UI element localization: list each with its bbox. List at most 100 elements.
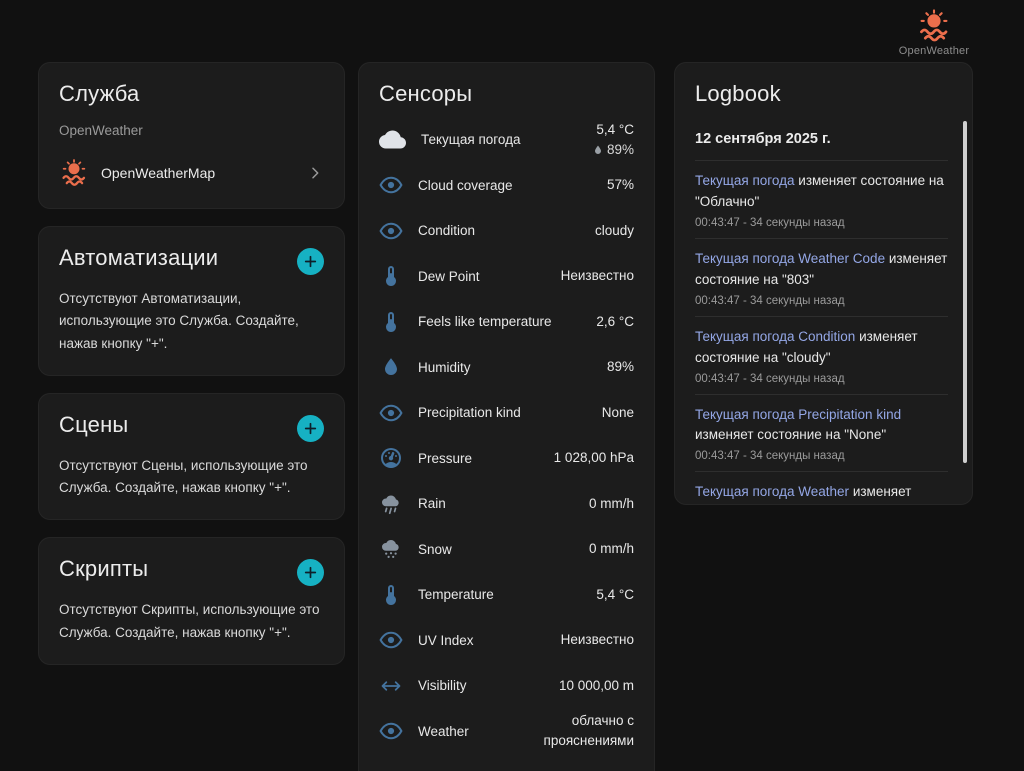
rain-icon: [379, 492, 403, 516]
sensor-label: UV Index: [418, 633, 546, 648]
sensor-value: 0 mm/h: [589, 539, 634, 559]
logbook-entry: Текущая погода Precipitation kind изменя…: [695, 395, 948, 473]
sensor-row[interactable]: UV Index Неизвестно: [379, 618, 634, 664]
logbook-card: Logbook 12 сентября 2025 г. Текущая пого…: [674, 62, 973, 505]
sensor-value: Неизвестно: [561, 266, 634, 286]
sensor-row[interactable]: Temperature5,4 °C: [379, 572, 634, 618]
right-column: Logbook 12 сентября 2025 г. Текущая пого…: [674, 62, 973, 505]
scenes-card-title: Сцены: [59, 412, 128, 438]
sensor-value: 1 028,00 hPa: [554, 448, 634, 468]
humidity-drop-icon: [592, 144, 604, 156]
chevron-right-icon: [306, 164, 324, 182]
sensor-value: Неизвестно: [561, 630, 634, 650]
logbook-card-title: Logbook: [695, 81, 948, 107]
scripts-card: Скрипты Отсутствуют Скрипты, использующи…: [38, 537, 345, 665]
snow-icon: [379, 537, 403, 561]
visibility-icon: [379, 674, 403, 698]
sensor-label: Humidity: [418, 360, 592, 375]
logbook-scrollbar[interactable]: [963, 121, 967, 463]
logbook-entry-text: Текущая погода Condition изменяет состоя…: [695, 327, 948, 369]
logbook-entry: Текущая погода Weather изменяет состояни…: [695, 472, 948, 505]
sensor-row[interactable]: Rain 0 mm/h: [379, 481, 634, 527]
sensor-row[interactable]: Cloud coverage57%: [379, 163, 634, 209]
plus-icon: [302, 564, 319, 581]
logbook-entity-link[interactable]: Текущая погода Precipitation kind: [695, 407, 901, 422]
sensor-value: 0 mm/h: [589, 494, 634, 514]
logbook-entity-link[interactable]: Текущая погода Weather Code: [695, 251, 885, 266]
sensor-label: Dew Point: [418, 269, 546, 284]
logbook-entry-text: Текущая погода Weather Code изменяет сос…: [695, 249, 948, 291]
thermometer-icon: [379, 264, 403, 288]
logbook-timestamp: 00:43:47 - 34 секунды назад: [695, 373, 948, 385]
sensor-label: Precipitation kind: [418, 405, 587, 420]
logbook-timestamp: 00:43:47 - 34 секунды назад: [695, 217, 948, 229]
logbook-date: 12 сентября 2025 г.: [695, 131, 948, 161]
sensor-row[interactable]: Condition cloudy: [379, 208, 634, 254]
sensors-card-title: Сенсоры: [379, 81, 634, 107]
eye-icon: [379, 719, 403, 743]
sensor-value: 89%: [607, 357, 634, 377]
sensor-label: Rain: [418, 496, 574, 511]
automations-empty-text: Отсутствуют Автоматизации, использующие …: [59, 288, 324, 355]
sensor-label: Weather: [418, 724, 479, 739]
add-script-button[interactable]: [297, 559, 324, 586]
sensor-row[interactable]: Weather облачно с прояснениями: [379, 709, 634, 755]
sensor-value: 5,4 °C89%: [592, 120, 634, 161]
sensor-list: Текущая погода 5,4 °C89%Cloud coverage57%…: [379, 117, 634, 754]
logbook-entity-link[interactable]: Текущая погода: [695, 173, 795, 188]
sensor-label: Condition: [418, 223, 580, 238]
sensor-row[interactable]: Humidity 89%: [379, 345, 634, 391]
sensor-label: Feels like temperature: [418, 314, 581, 329]
sensor-value: 10 000,00 m: [559, 676, 634, 696]
sensor-label: Pressure: [418, 451, 539, 466]
sensor-value: cloudy: [595, 221, 634, 241]
service-card: Служба OpenWeather OpenWeatherMap: [38, 62, 345, 209]
sensor-row[interactable]: Precipitation kind None: [379, 390, 634, 436]
sensor-value: 2,6 °C: [596, 312, 634, 332]
logbook-entity-link[interactable]: Текущая погода Condition: [695, 329, 855, 344]
brand-label: OpenWeather: [899, 45, 969, 57]
scenes-card: Сцены Отсутствуют Сцены, использующие эт…: [38, 393, 345, 521]
logbook-message: изменяет состояние на "None": [695, 427, 886, 442]
openweather-logo-icon: [916, 8, 952, 44]
logbook-entry: Текущая погода Condition изменяет состоя…: [695, 317, 948, 395]
scripts-empty-text: Отсутствуют Скрипты, использующие это Сл…: [59, 599, 324, 644]
scenes-empty-text: Отсутствуют Сцены, использующие это Служ…: [59, 455, 324, 500]
sensor-row[interactable]: Pressure 1 028,00 hPa: [379, 436, 634, 482]
integration-row-openweathermap[interactable]: OpenWeatherMap: [59, 158, 324, 188]
eye-icon: [379, 401, 403, 425]
thermometer-icon: [379, 310, 403, 334]
automations-card: Автоматизации Отсутствуют Автоматизации,…: [38, 226, 345, 376]
sensor-row[interactable]: Visibility10 000,00 m: [379, 663, 634, 709]
sensor-row[interactable]: Snow 0 mm/h: [379, 527, 634, 573]
logbook-timestamp: 00:43:47 - 34 секунды назад: [695, 295, 948, 307]
gauge-icon: [379, 446, 403, 470]
logbook-entry-text: Текущая погода изменяет состояние на "Об…: [695, 171, 948, 213]
service-card-subtitle: OpenWeather: [59, 123, 324, 138]
eye-icon: [379, 628, 403, 652]
logbook-entity-link[interactable]: Текущая погода Weather: [695, 484, 849, 499]
add-scene-button[interactable]: [297, 415, 324, 442]
logbook-entries: Текущая погода изменяет состояние на "Об…: [695, 161, 948, 505]
sensor-value: 57%: [607, 175, 634, 195]
sensor-value: None: [602, 403, 634, 423]
sensor-row[interactable]: Dew Point Неизвестно: [379, 254, 634, 300]
middle-column: Сенсоры Текущая погода 5,4 °C89%Cloud cov…: [358, 62, 655, 771]
openweathermap-icon: [59, 158, 89, 188]
sensor-row[interactable]: Текущая погода 5,4 °C89%: [379, 117, 634, 163]
automations-card-title: Автоматизации: [59, 245, 218, 271]
integration-name: OpenWeatherMap: [101, 165, 294, 181]
logbook-entry: Текущая погода Weather Code изменяет сос…: [695, 239, 948, 317]
add-automation-button[interactable]: [297, 248, 324, 275]
service-card-title: Служба: [59, 81, 324, 107]
thermometer-icon: [379, 583, 403, 607]
sensor-value: облачно с прояснениями: [494, 711, 634, 752]
plus-icon: [302, 253, 319, 270]
sensor-row[interactable]: Feels like temperature 2,6 °C: [379, 299, 634, 345]
sensor-label: Текущая погода: [421, 132, 577, 147]
openweather-brand[interactable]: OpenWeather: [888, 8, 980, 57]
sensor-label: Snow: [418, 542, 574, 557]
logbook-entry-text: Текущая погода Precipitation kind изменя…: [695, 405, 948, 447]
logbook-timestamp: 00:43:47 - 34 секунды назад: [695, 450, 948, 462]
scripts-card-title: Скрипты: [59, 556, 148, 582]
